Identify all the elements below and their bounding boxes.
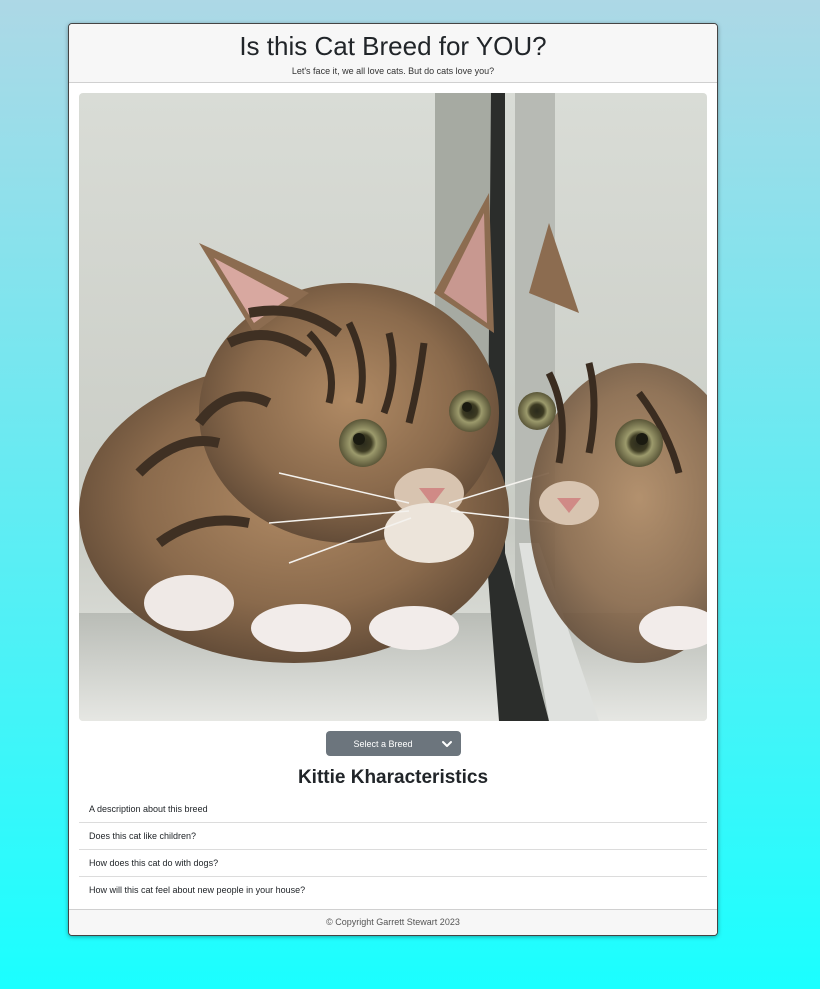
breed-select[interactable]: Select a Breed <box>325 731 461 756</box>
characteristic-description: A description about this breed <box>79 796 707 823</box>
characteristics-title: Kittie Kharacteristics <box>297 767 489 788</box>
page-title: Is this Cat Breed for YOU? <box>239 31 547 61</box>
cat-photo <box>79 93 707 721</box>
card-header: Is this Cat Breed for YOU? Let's face it… <box>69 24 717 83</box>
breed-select-wrapper: Select a Breed <box>79 731 707 756</box>
card-footer: © Copyright Garrett Stewart 2023 <box>69 909 717 935</box>
characteristics-list: A description about this breed Does this… <box>79 796 707 903</box>
breed-select-label: Select a Breed <box>353 738 413 749</box>
copyright-text: © Copyright Garrett Stewart 2023 <box>326 917 460 927</box>
characteristic-strangers: How will this cat feel about new people … <box>89 885 306 895</box>
page-subtitle: Let's face it, we all love cats. But do … <box>291 66 495 76</box>
card-body: Select a Breed Kittie Kharacteristics A … <box>69 83 717 903</box>
breed-card: Is this Cat Breed for YOU? Let's face it… <box>68 23 718 936</box>
chevron-down-icon <box>441 740 452 747</box>
characteristic-children: Does this cat like children? <box>79 823 707 850</box>
characteristic-dogs: How does this cat do with dogs? <box>79 850 707 877</box>
